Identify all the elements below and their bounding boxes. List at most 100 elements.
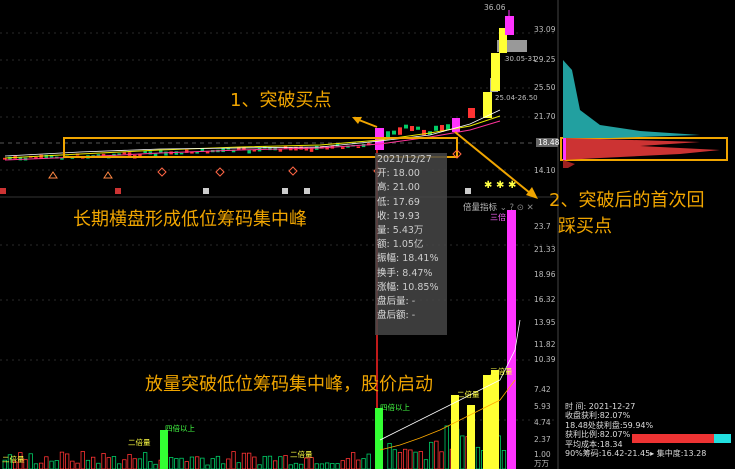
volume-bar — [439, 451, 444, 469]
svg-text:✱: ✱ — [496, 180, 504, 191]
volume-bar — [324, 462, 330, 469]
volume-bar — [483, 375, 491, 469]
svg-text:✱: ✱ — [508, 180, 516, 191]
candle — [205, 151, 210, 154]
help-icon[interactable]: ? — [510, 203, 515, 213]
tooltip-row: 涨幅: 10.85% — [377, 281, 439, 293]
settings-icon[interactable]: ⊙ — [517, 203, 524, 213]
volume-bar — [189, 456, 195, 469]
annotation-volume-breakout: 放量突破低位筹码集中峰，股价启动 — [145, 374, 433, 395]
candle — [491, 53, 500, 91]
volume-bar — [65, 453, 70, 469]
price-tick: 21.70 — [534, 112, 556, 121]
volume-bar — [205, 464, 210, 469]
candle — [309, 148, 314, 152]
volume-bars — [2, 425, 507, 469]
volume-bar — [475, 446, 481, 469]
tooltip-row: 量: 5.43万 — [377, 225, 424, 237]
stock-chart[interactable]: ✱ ✱ ✱ — [0, 0, 735, 469]
volume-tick: 16.32 — [534, 295, 556, 304]
candle — [392, 130, 396, 135]
volume-bar — [91, 456, 96, 469]
high-price-label: 36.06 — [484, 3, 506, 12]
chip-stats-panel: 时 间: 2021-12-27 收盘获利:82.07% 18.48处获利盘:59… — [565, 402, 707, 459]
price-tick: 29.25 — [534, 55, 556, 64]
candle — [505, 16, 514, 35]
range-label-2: 25.04-26.50 — [495, 94, 538, 102]
volume-bar — [137, 458, 143, 469]
volume-tick: 21.33 — [534, 245, 556, 254]
volume-tag: 二倍量 — [457, 390, 480, 399]
volume-bar — [215, 455, 221, 469]
volume-bar — [319, 463, 325, 469]
current-price-label: 18.48 — [538, 138, 560, 147]
annotation-breakout-buy: 1、突破买点 — [230, 90, 332, 111]
volume-bar — [174, 458, 179, 469]
candle — [398, 127, 402, 135]
pullback-candle — [452, 118, 460, 132]
volume-bar — [54, 460, 59, 469]
volume-bar — [127, 454, 132, 469]
annotation-pullback-buy-2: 踩买点 — [558, 216, 612, 237]
candle — [122, 152, 127, 155]
volume-bar — [451, 395, 459, 469]
volume-tick: 18.96 — [534, 270, 556, 279]
volume-bar — [267, 455, 273, 469]
volume-bar — [460, 435, 465, 469]
price-tick: 25.50 — [534, 83, 556, 92]
volume-bar — [70, 460, 75, 469]
volume-tag: 二倍量 — [128, 438, 151, 447]
candle — [341, 147, 345, 150]
annotation-pullback-buy-1: 2、突破后的首次回 — [549, 190, 705, 211]
candle — [446, 124, 450, 130]
candle — [174, 151, 179, 155]
arrow-1 — [358, 119, 378, 128]
volume-bar — [80, 451, 85, 469]
volume-tick: 4.74 — [534, 418, 551, 427]
volume-bar — [101, 453, 106, 469]
volume-bar — [231, 451, 236, 469]
volume-tag: 四倍以上 — [165, 424, 195, 433]
volume-bar — [33, 463, 39, 469]
volume-bar — [85, 459, 91, 469]
chip-range: 90%筹码:16.42-21.45 — [565, 449, 651, 459]
volume-bar — [413, 451, 418, 469]
volume-tag-top: 三倍 — [490, 213, 506, 222]
close-icon[interactable]: ✕ — [527, 203, 534, 213]
volume-bar — [220, 463, 226, 469]
candle — [404, 124, 408, 129]
chip-distribution — [563, 60, 720, 168]
volume-bar — [96, 462, 101, 469]
volume-bar — [28, 453, 33, 469]
volume-bar — [408, 449, 413, 469]
volume-bar — [314, 463, 319, 469]
tooltip-row: 开: 18.00 — [377, 168, 420, 180]
volume-bar — [272, 460, 278, 469]
volume-bar — [75, 462, 80, 469]
volume-bar — [366, 453, 371, 469]
volume-bar-breakout — [375, 408, 383, 469]
volume-bar — [236, 462, 241, 469]
concentration: 集中度:13.28 — [656, 449, 707, 459]
volume-bar — [335, 463, 340, 469]
volume-bar — [278, 456, 283, 469]
volume-bar — [241, 452, 247, 469]
price-tick: 14.10 — [534, 166, 556, 175]
tooltip-row: 收: 19.93 — [377, 210, 420, 222]
loss-ratio-bar — [714, 434, 731, 443]
tooltip-date: 2021/12/27 — [377, 154, 432, 165]
tooltip-row: 换手: 8.47% — [377, 267, 433, 279]
volume-tick: 5.93 — [534, 402, 551, 411]
candle — [386, 131, 390, 138]
volume-bar — [39, 462, 44, 469]
candle — [164, 151, 168, 156]
svg-text:✱: ✱ — [484, 180, 492, 191]
volume-bar — [148, 461, 153, 469]
volume-bar — [122, 459, 127, 469]
tooltip-row: 高: 21.00 — [377, 182, 420, 194]
volume-bar — [153, 463, 158, 469]
range-label-1: 30.05-31 — [505, 55, 537, 63]
volume-bar-peak — [507, 210, 516, 469]
arrow-2 — [454, 131, 531, 194]
price-profit: 18.48处获利盘:59.94% — [565, 420, 654, 430]
